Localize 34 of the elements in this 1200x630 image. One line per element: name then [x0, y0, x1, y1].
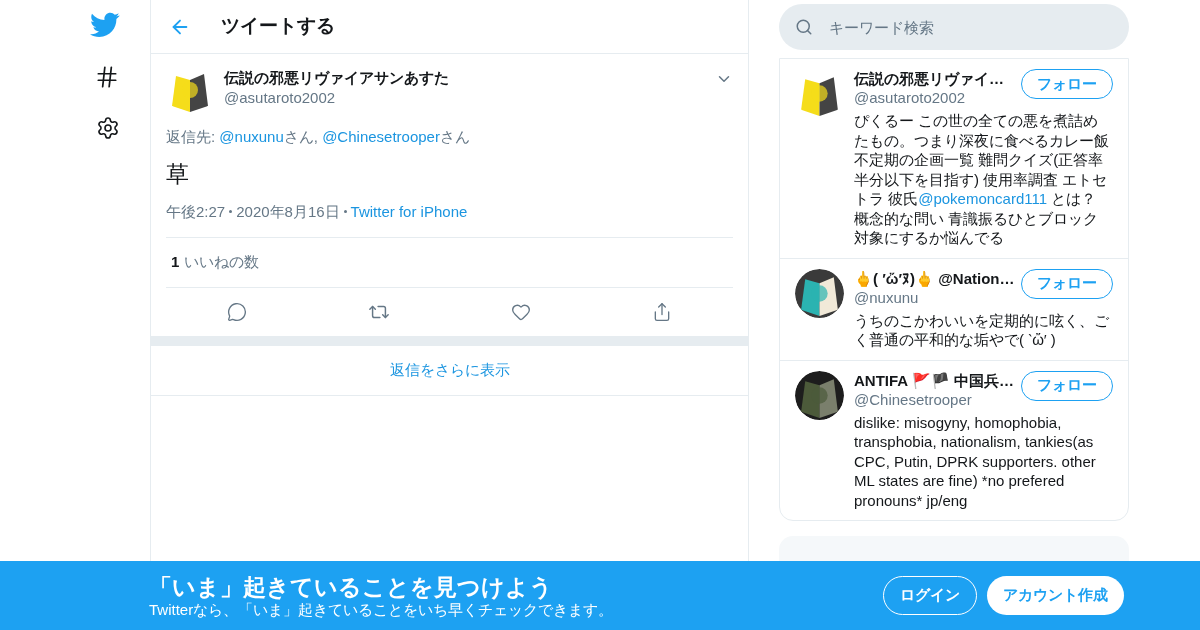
more-replies-link[interactable]: 返信をさらに表示 [151, 346, 748, 396]
reply-icon[interactable] [226, 302, 247, 322]
signup-button[interactable]: アカウント作成 [987, 576, 1124, 615]
author-name: 伝説の邪悪リヴァイアサンあすた [224, 68, 450, 88]
banner-subtitle: Twitterなら、「いま」起きていることをいち早くチェックできます。 [149, 600, 615, 619]
bio-text: うちのこかわいいを定期的に呟く、ごく普通の平和的な垢やで( ‵ὤ′ ) [854, 310, 1110, 350]
tweet-text: 草 [166, 159, 190, 189]
search-field[interactable]: キーワード検索 [779, 4, 1129, 50]
mention-link[interactable]: @pokemoncard111 [918, 190, 1048, 207]
avatar [795, 370, 844, 420]
tweet-date: 2020年8月16日 [236, 201, 340, 222]
bio-text: 返信先: @nuxunuさん, @Chinesetrooperさん [166, 127, 471, 147]
user-name: ANTIFA 🚩🏴 中国兵… [854, 370, 1014, 391]
banner-title: 「いま」起きていることを見つけよう [149, 572, 554, 601]
settings-icon[interactable] [96, 116, 120, 140]
bird-logo-icon[interactable] [90, 12, 120, 38]
search-icon [795, 18, 813, 36]
tweet-time: 午後2:27 [166, 201, 226, 222]
user-handle: @Chinesetrooper [854, 390, 973, 409]
source-link[interactable]: Twitter for iPhone [350, 200, 468, 223]
like-count: 1 [171, 252, 180, 273]
user-handle: @nuxunu [854, 288, 920, 307]
author-handle: @asutaroto2002 [224, 88, 337, 108]
bio-text: dislike: misogyny, homophobia, transphobia, nationalism, tankies(as CPC, Putin, DPRK supporters. other ML states are fine) *no prefered pronouns* jp/eng [854, 412, 1097, 510]
user-name: 伝説の邪悪リヴァイ… [854, 69, 1004, 89]
avatar [795, 268, 844, 318]
user-handle: @asutaroto2002 [854, 89, 967, 107]
mention-link[interactable]: @nuxunu [219, 128, 284, 145]
page-title: ツイートする [221, 14, 335, 39]
bio-text: ぴくるー この世の全ての悪を煮詰めたもの。つまり深夜に食べるカレー飯不定期の企画一覧 難問クイズ(正答率半分以下を目指す) 使用率調査 エトセトラ 彼氏@pokemoncard111 とは？概念的な問い 青識振るひとブロック対象にするか悩んでる [854, 111, 1110, 248]
user-name: 🖕( ′ὤ′ﾇ)🖕 @Nation… [854, 268, 1015, 289]
mention-link[interactable]: @Chinesetrooper [322, 128, 440, 145]
like-label: いいねの数 [184, 252, 260, 273]
like-icon[interactable] [511, 302, 532, 322]
